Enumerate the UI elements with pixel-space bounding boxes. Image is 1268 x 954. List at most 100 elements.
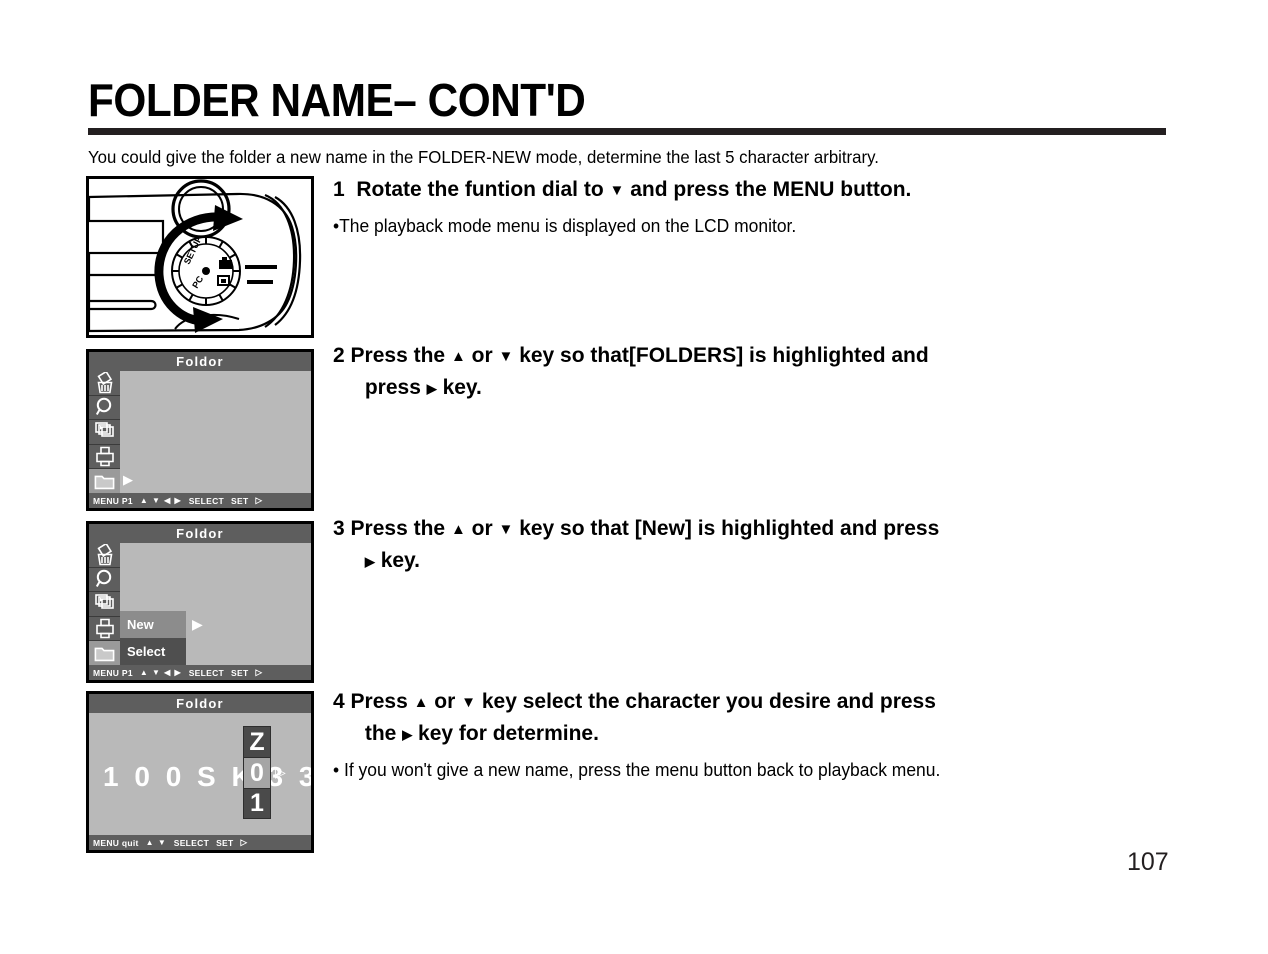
step-2-text-d: press — [364, 376, 421, 399]
printer-icon[interactable] — [89, 616, 120, 642]
lcd-title: Foldor — [89, 352, 311, 371]
footer-key-glyphs: ▲ ▼ — [145, 838, 167, 847]
lcd-body: New Select ▶ — [89, 543, 311, 665]
figure-lcd-folder-submenu: Foldor New Select ▶ MENU P1 ▲ ▼ ◀ ▶ SELE… — [86, 521, 314, 683]
step-2: 2 Press the ▲ or ▼ key so that[FOLDERS] … — [333, 341, 929, 405]
folder-name-editor: 1 0 0 S K 3 3 Z 0 1 ▷ — [89, 713, 311, 835]
footer-select-label: SELECT — [188, 667, 225, 678]
figure-lcd-character-entry: Foldor 1 0 0 S K 3 3 Z 0 1 ▷ MENU quit ▲… — [86, 691, 314, 853]
down-arrow-icon: ▼ — [498, 348, 514, 365]
step-3-heading-line1: 3 Press the ▲ or ▼ key so that [New] is … — [333, 514, 939, 546]
step-1-text-a: Rotate the funtion dial to — [356, 178, 604, 201]
lcd-icon-bar — [89, 543, 120, 665]
footer-select-label: SELECT — [188, 495, 225, 506]
manual-page: FOLDER NAME– CONT'D You could give the f… — [0, 0, 1268, 954]
lcd-footer: MENU P1 ▲ ▼ ◀ ▶ SELECT SET ▷ — [89, 493, 311, 508]
page-number: 107 — [1127, 848, 1169, 876]
step-3-number: 3 — [333, 517, 345, 540]
spinner-cell-selected[interactable]: 0 — [243, 757, 271, 788]
trash-icon[interactable] — [89, 371, 120, 396]
step-4-note: • If you won't give a new name, press th… — [333, 760, 941, 780]
right-arrow-icon: ▶ — [426, 381, 437, 396]
step-1-heading: 1 Rotate the funtion dial to ▼ and press… — [333, 175, 911, 207]
lcd-body: 1 0 0 S K 3 3 Z 0 1 ▷ — [89, 713, 311, 835]
lcd-canvas: New Select ▶ — [120, 543, 311, 665]
lcd-title: Foldor — [89, 694, 311, 713]
step-3: 3 Press the ▲ or ▼ key so that [New] is … — [333, 514, 939, 578]
step-3-text-c: key so that [New] is highlighted and pre… — [519, 517, 940, 540]
intro-paragraph: You could give the folder a new name in … — [88, 147, 879, 167]
down-arrow-icon: ▼ — [461, 694, 476, 711]
footer-set-label: SET — [216, 837, 234, 848]
cursor-right-arrow-icon: ▶ — [123, 472, 133, 487]
footer-set-glyph: ▷ — [240, 837, 248, 847]
magnifier-icon[interactable] — [89, 395, 120, 421]
right-arrow-icon: ▶ — [402, 727, 413, 742]
step-4-heading-line1: 4 Press ▲ or ▼ key select the character … — [333, 687, 959, 719]
footer-menu-label: MENU P1 — [93, 667, 133, 678]
step-4-text-e: key for determine. — [418, 722, 599, 745]
lcd-body: ▶ — [89, 371, 311, 493]
step-2-text-e: key. — [442, 376, 482, 399]
submenu-item-select[interactable]: Select — [120, 638, 186, 665]
up-arrow-icon: ▲ — [413, 694, 429, 711]
step-2-heading-line2: press ▶ key. — [333, 373, 929, 405]
up-arrow-icon: ▲ — [450, 521, 466, 538]
page-title: FOLDER NAME– CONT'D — [88, 74, 586, 126]
camera-illustration: SETUP PC — [89, 179, 311, 335]
magnifier-icon[interactable] — [89, 567, 120, 593]
lcd-footer: MENU quit ▲ ▼ SELECT SET ▷ — [89, 835, 311, 850]
right-arrow-icon: ▶ — [364, 554, 375, 569]
slideshow-icon[interactable] — [89, 592, 120, 617]
step-1-note: •The playback mode menu is displayed on … — [333, 216, 797, 236]
step-4-text-a: Press — [350, 690, 408, 713]
lcd-title: Foldor — [89, 524, 311, 543]
step-3-text-a: Press the — [350, 517, 446, 540]
trash-icon[interactable] — [89, 543, 120, 568]
folder-icon[interactable] — [89, 641, 120, 665]
slideshow-icon[interactable] — [89, 420, 120, 445]
folder-icon[interactable] — [89, 469, 120, 493]
lcd-icon-bar — [89, 371, 120, 493]
submenu-item-new[interactable]: New — [120, 611, 186, 638]
step-1: 1 Rotate the funtion dial to ▼ and press… — [333, 175, 911, 239]
step-2-text-b: or — [471, 344, 493, 367]
step-4-text-b: or — [434, 690, 456, 713]
footer-set-label: SET — [231, 667, 249, 678]
submenu-right-arrow-icon: ▶ — [192, 616, 203, 632]
down-arrow-icon: ▼ — [609, 182, 625, 199]
step-4-text-d: the — [364, 722, 397, 745]
footer-set-glyph: ▷ — [255, 495, 263, 505]
footer-set-label: SET — [231, 495, 249, 506]
step-2-heading-line1: 2 Press the ▲ or ▼ key so that[FOLDERS] … — [333, 341, 929, 373]
footer-set-glyph: ▷ — [255, 667, 263, 677]
footer-key-glyphs: ▲ ▼ ◀ ▶ — [139, 668, 182, 677]
folder-submenu: New Select — [120, 611, 186, 665]
step-4-text-c: key select the character you desire and … — [481, 690, 936, 713]
title-divider — [88, 128, 1166, 135]
footer-select-label: SELECT — [173, 837, 210, 848]
figure-lcd-folder-menu: Foldor ▶ MENU P1 ▲ ▼ ◀ ▶ SELECT SET ▷ — [86, 349, 314, 511]
step-2-number: 2 — [333, 344, 345, 367]
spinner-cell-next[interactable]: 1 — [243, 788, 271, 819]
footer-menu-label: MENU P1 — [93, 495, 133, 506]
lcd-screen: Foldor — [89, 524, 311, 680]
step-4-heading-line2: the ▶ key for determine. — [333, 719, 959, 751]
lcd-screen: Foldor 1 0 0 S K 3 3 Z 0 1 ▷ MENU quit ▲… — [89, 694, 311, 850]
step-1-text-b: and press the MENU button. — [630, 178, 912, 201]
spinner-cell-previous[interactable]: Z — [243, 726, 271, 757]
step-1-number: 1 — [333, 178, 345, 201]
step-4-number: 4 — [333, 690, 345, 713]
character-spinner[interactable]: Z 0 1 — [243, 726, 271, 819]
step-2-text-c: key so that[FOLDERS] is highlighted and — [519, 344, 929, 367]
up-arrow-icon: ▲ — [450, 348, 466, 365]
figure-camera-dial: SETUP PC — [86, 176, 314, 338]
step-3-heading-line2: ▶ key. — [333, 546, 939, 578]
step-3-text-e: key. — [380, 549, 421, 572]
lcd-canvas: 1 0 0 S K 3 3 Z 0 1 ▷ — [89, 713, 311, 835]
footer-menu-label: MENU quit — [93, 837, 139, 848]
printer-icon[interactable] — [89, 444, 120, 470]
down-arrow-icon: ▼ — [498, 521, 514, 538]
lcd-canvas: ▶ — [120, 371, 311, 493]
step-2-text-a: Press the — [350, 344, 446, 367]
